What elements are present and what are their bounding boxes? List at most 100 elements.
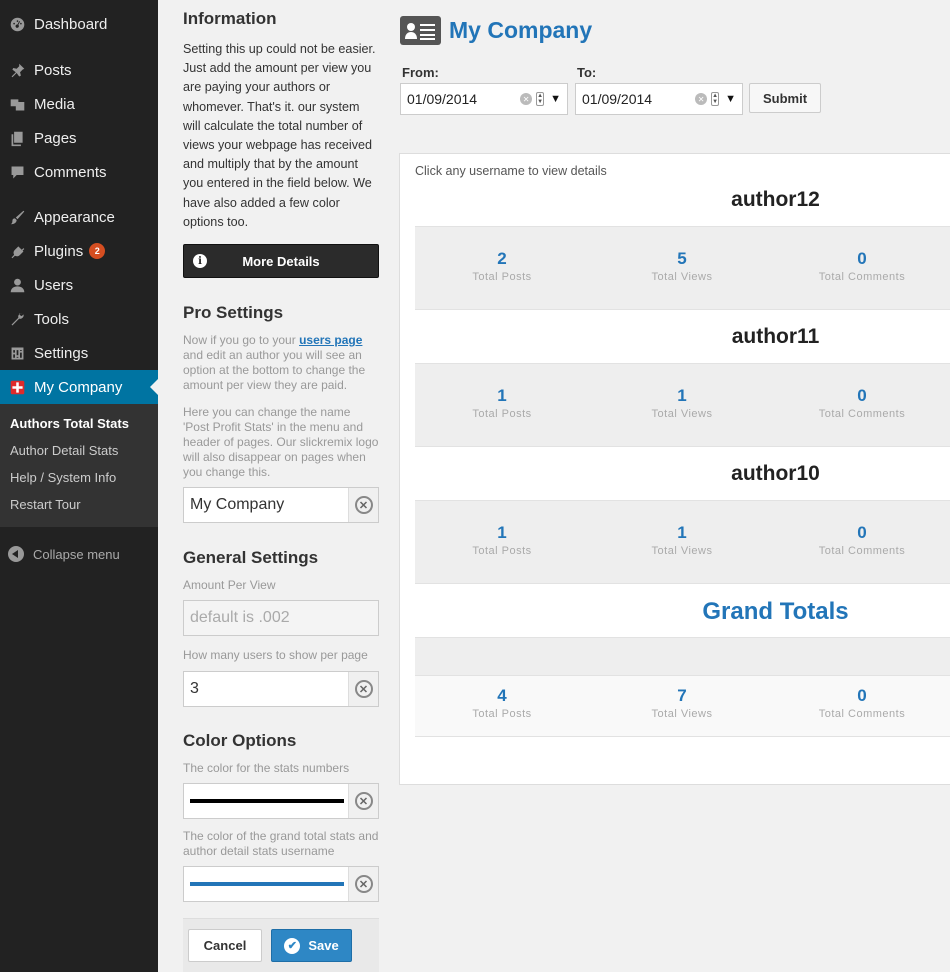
color-numbers-field[interactable]: ✕ bbox=[183, 783, 379, 819]
dashboard-icon bbox=[0, 16, 34, 33]
general-settings-heading: General Settings bbox=[183, 548, 319, 567]
menu-label: Plugins bbox=[34, 242, 84, 260]
clear-color-grand-button[interactable]: ✕ bbox=[348, 867, 378, 901]
author-username[interactable]: author10 bbox=[415, 462, 950, 486]
stat-value: 0 bbox=[857, 249, 867, 268]
information-heading: Information bbox=[183, 9, 277, 28]
pro-settings-heading: Pro Settings bbox=[183, 303, 284, 322]
stat-total-posts: 2 Total Posts bbox=[427, 249, 577, 283]
stat-total-views: 1 Total Views bbox=[607, 523, 757, 557]
menu-label: Settings bbox=[34, 344, 89, 362]
amount-per-view-placeholder: default is .002 bbox=[190, 609, 290, 626]
author-stats-row: 1 Total Posts 1 Total Views 0 Total Comment… bbox=[415, 363, 950, 447]
color-numbers-label: The color for the stats numbers bbox=[183, 761, 350, 775]
menu-item-comments[interactable]: Comments bbox=[0, 155, 158, 189]
submenu-authors-total-stats[interactable]: Authors Total Stats bbox=[10, 416, 129, 431]
cancel-button[interactable]: Cancel bbox=[188, 929, 262, 962]
stat-label: Total Comments bbox=[818, 271, 906, 283]
collapse-label: Collapse menu bbox=[33, 546, 120, 562]
author-username[interactable]: author11 bbox=[415, 325, 950, 349]
color-swatch-grand bbox=[190, 882, 344, 886]
menu-item-tools[interactable]: Tools bbox=[0, 302, 158, 336]
submenu-help-system-info[interactable]: Help / System Info bbox=[10, 470, 116, 485]
stat-value: 2 bbox=[497, 249, 507, 268]
menu-item-plugins[interactable]: Plugins 2 bbox=[0, 234, 158, 268]
grand-total-comments: 0 Total Comments bbox=[787, 686, 937, 720]
contact-card-icon bbox=[400, 16, 441, 45]
stat-total-comments: 0 Total Comments bbox=[787, 523, 937, 557]
hint-text: Click any username to view details bbox=[415, 164, 607, 178]
stat-value: 1 bbox=[497, 523, 507, 542]
more-details-button[interactable]: i More Details bbox=[183, 244, 379, 278]
stat-value: 0 bbox=[857, 523, 867, 542]
plugin-submenu: Authors Total Stats Author Detail Stats … bbox=[0, 404, 158, 527]
clear-company-name-button[interactable]: ✕ bbox=[348, 488, 378, 522]
users-per-page-field[interactable]: 3 ✕ bbox=[183, 671, 379, 707]
save-label: Save bbox=[308, 938, 339, 953]
stat-label: Total Comments bbox=[818, 408, 906, 420]
close-icon: ✕ bbox=[354, 680, 373, 698]
collapse-menu-button[interactable]: Collapse menu bbox=[0, 540, 158, 568]
wrench-icon bbox=[0, 311, 34, 328]
menu-item-my-company[interactable]: My Company bbox=[0, 370, 158, 404]
clear-date-icon[interactable]: ✕ bbox=[520, 93, 533, 105]
date-spinner-icon[interactable]: ▲ ▼ bbox=[711, 92, 720, 106]
color-swatch-numbers bbox=[190, 799, 344, 803]
page-title-text: My Company bbox=[449, 17, 593, 43]
company-name-field[interactable]: My Company ✕ bbox=[183, 487, 379, 523]
users-page-link[interactable]: users page bbox=[299, 333, 362, 347]
comment-icon bbox=[0, 164, 34, 181]
chevron-down-icon[interactable]: ▼ bbox=[550, 93, 561, 105]
amount-per-view-field[interactable]: default is .002 bbox=[183, 600, 379, 636]
page-title: My Company bbox=[400, 16, 592, 45]
grand-total-posts: 4 Total Posts bbox=[427, 686, 577, 720]
pro-text-part: Now if you go to your bbox=[183, 333, 300, 347]
more-details-label: More Details bbox=[242, 253, 320, 269]
information-text: Setting this up could not be easier. Jus… bbox=[183, 42, 376, 229]
to-date-input[interactable]: 01/09/2014 ✕ ▲ ▼ ▼ bbox=[575, 83, 743, 115]
stat-value: 0 bbox=[857, 386, 867, 405]
stat-total-posts: 1 Total Posts bbox=[427, 386, 577, 420]
stat-value: 5 bbox=[677, 249, 687, 268]
date-spinner-icon[interactable]: ▲ ▼ bbox=[536, 92, 545, 106]
clear-date-icon[interactable]: ✕ bbox=[695, 93, 708, 105]
submenu-author-detail-stats[interactable]: Author Detail Stats bbox=[10, 443, 118, 458]
menu-item-appearance[interactable]: Appearance bbox=[0, 200, 158, 234]
submenu-restart-tour[interactable]: Restart Tour bbox=[10, 497, 81, 512]
pro-settings-text: Now if you go to your users page and edi… bbox=[183, 333, 379, 393]
clear-users-per-page-button[interactable]: ✕ bbox=[348, 672, 378, 706]
stat-label: Total Views bbox=[651, 708, 713, 720]
menu-item-media[interactable]: Media bbox=[0, 87, 158, 121]
menu-label: Appearance bbox=[34, 208, 115, 226]
clear-color-numbers-button[interactable]: ✕ bbox=[348, 784, 378, 818]
grand-total-views: 7 Total Views bbox=[607, 686, 757, 720]
menu-item-dashboard[interactable]: Dashboard bbox=[0, 7, 158, 41]
settings-panel: Information Setting this up could not be… bbox=[158, 0, 392, 972]
stat-value: 7 bbox=[677, 686, 687, 705]
close-icon: ✕ bbox=[354, 792, 373, 810]
from-date-input[interactable]: 01/09/2014 ✕ ▲ ▼ ▼ bbox=[400, 83, 568, 115]
menu-item-posts[interactable]: Posts bbox=[0, 53, 158, 87]
from-date-value: 01/09/2014 bbox=[407, 91, 478, 107]
stat-value: 0 bbox=[857, 686, 867, 705]
from-label: From: bbox=[402, 65, 439, 80]
menu-item-users[interactable]: Users bbox=[0, 268, 158, 302]
submit-button[interactable]: Submit bbox=[749, 83, 821, 113]
author-username[interactable]: author12 bbox=[415, 188, 950, 212]
brush-icon bbox=[0, 209, 34, 226]
stat-total-comments: 0 Total Comments bbox=[787, 386, 937, 420]
stat-total-views: 1 Total Views bbox=[607, 386, 757, 420]
menu-item-settings[interactable]: Settings bbox=[0, 336, 158, 370]
stats-panel: Click any username to view details autho… bbox=[399, 153, 950, 785]
color-grand-field[interactable]: ✕ bbox=[183, 866, 379, 902]
save-button[interactable]: ✔ Save bbox=[271, 929, 352, 962]
company-name-value: My Company bbox=[190, 496, 285, 513]
color-options-heading: Color Options bbox=[183, 731, 297, 750]
stat-label: Total Posts bbox=[472, 271, 532, 283]
stat-label: Total Comments bbox=[818, 708, 906, 720]
menu-item-pages[interactable]: Pages bbox=[0, 121, 158, 155]
chevron-down-icon[interactable]: ▼ bbox=[725, 93, 736, 105]
pro-settings-text-2: Here you can change the name 'Post Profi… bbox=[183, 405, 379, 479]
author-stats-row: 1 Total Posts 1 Total Views 0 Total Comment… bbox=[415, 500, 950, 584]
stat-total-views: 5 Total Views bbox=[607, 249, 757, 283]
